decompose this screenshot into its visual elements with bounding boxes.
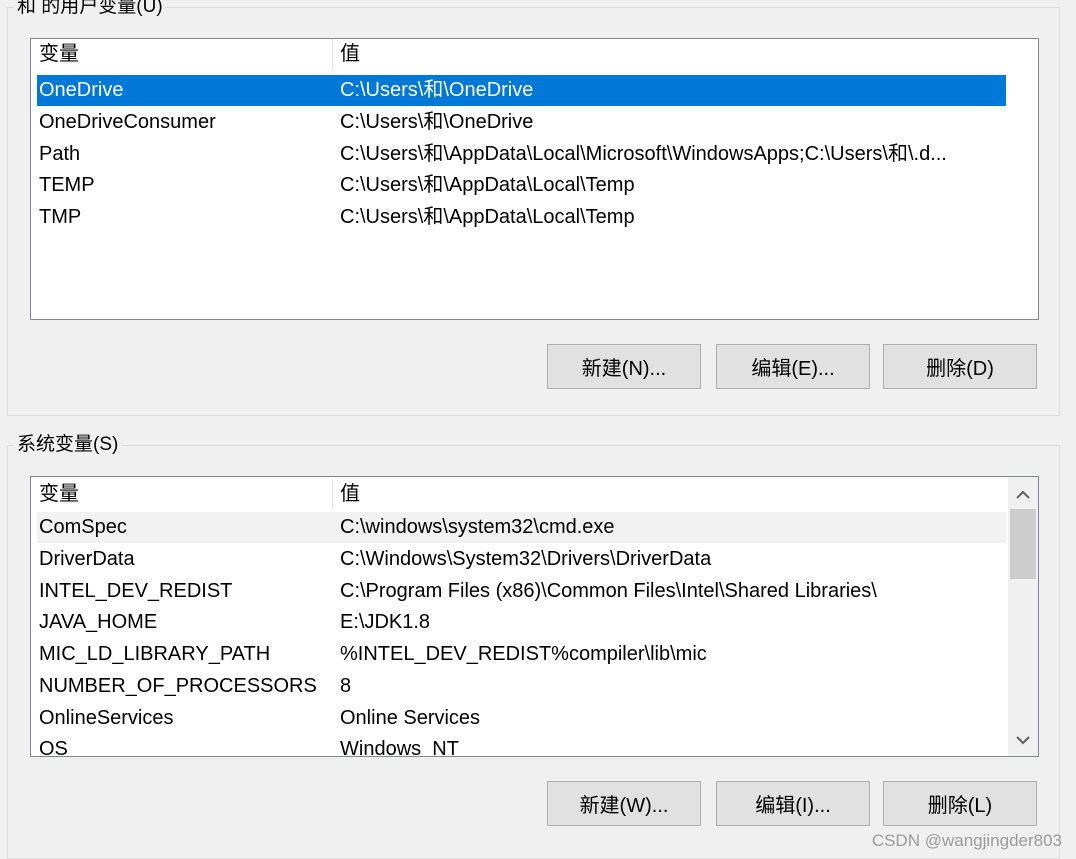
system-delete-button[interactable]: 删除(L): [883, 781, 1037, 826]
table-row[interactable]: INTEL_DEV_REDIST C:\Program Files (x86)\…: [31, 576, 1006, 607]
header-variable[interactable]: 变量: [39, 39, 79, 70]
column-divider[interactable]: [332, 479, 333, 510]
row-value: C:\Windows\System32\Drivers\DriverData: [340, 548, 712, 570]
system-vars-title: 系统变量(S): [14, 434, 122, 456]
row-value: 8: [340, 675, 352, 697]
scroll-down-arrow[interactable]: [1008, 725, 1038, 755]
row-variable: MIC_LD_LIBRARY_PATH: [39, 643, 271, 665]
table-row[interactable]: DriverData C:\Windows\System32\Drivers\D…: [31, 544, 1006, 575]
row-variable: TEMP: [39, 174, 95, 196]
system-vars-list[interactable]: 变量 值 ComSpec C:\windows\system32\cmd.exe…: [30, 476, 1039, 757]
system-edit-button[interactable]: 编辑(I)...: [716, 781, 870, 826]
row-value: %INTEL_DEV_REDIST%compiler\lib\mic: [340, 643, 707, 665]
row-variable: Path: [39, 143, 81, 165]
table-row[interactable]: TEMP C:\Users\和\AppData\Local\Temp: [31, 170, 1006, 201]
row-value: C:\Program Files (x86)\Common Files\Inte…: [340, 580, 877, 602]
row-value: E:\JDK1.8: [340, 611, 431, 633]
table-row[interactable]: JAVA_HOME E:\JDK1.8: [31, 607, 1006, 638]
user-vars-title: 和 的用户变量(U): [14, 0, 166, 18]
row-variable: ComSpec: [39, 516, 127, 538]
row-variable: OS: [39, 738, 68, 757]
list-header: 变量 值: [31, 39, 1006, 70]
row-value: C:\Users\和\AppData\Local\Temp: [340, 206, 635, 228]
row-value: Windows_NT: [340, 738, 459, 757]
row-variable: NUMBER_OF_PROCESSORS: [39, 675, 317, 697]
scroll-thumb[interactable]: [1010, 509, 1036, 579]
user-vars-list[interactable]: 变量 值 OneDrive C:\Users\和\OneDrive OneDri…: [30, 38, 1039, 320]
row-value: C:\Users\和\OneDrive: [340, 111, 534, 133]
table-row[interactable]: OneDriveConsumer C:\Users\和\OneDrive: [31, 107, 1006, 138]
row-variable: DriverData: [39, 548, 135, 570]
table-row[interactable]: TMP C:\Users\和\AppData\Local\Temp: [31, 202, 1006, 233]
header-value[interactable]: 值: [340, 39, 360, 70]
user-delete-button[interactable]: 删除(D): [883, 344, 1037, 389]
row-variable: OnlineServices: [39, 707, 174, 729]
row-variable: OneDriveConsumer: [39, 111, 216, 133]
row-value: C:\windows\system32\cmd.exe: [340, 516, 615, 538]
table-row-selected[interactable]: OneDrive C:\Users\和\OneDrive: [37, 75, 1006, 106]
row-value: C:\Users\和\AppData\Local\Microsoft\Windo…: [340, 143, 947, 165]
row-variable: OneDrive: [39, 79, 124, 101]
user-new-button[interactable]: 新建(N)...: [547, 344, 701, 389]
user-edit-button[interactable]: 编辑(E)...: [716, 344, 870, 389]
table-row[interactable]: OS Windows_NT: [31, 734, 1006, 757]
column-divider[interactable]: [332, 39, 333, 70]
row-variable: JAVA_HOME: [39, 611, 158, 633]
chevron-down-icon: [1016, 735, 1030, 744]
row-variable: TMP: [39, 206, 82, 228]
list-header: 变量 值: [31, 479, 1006, 510]
row-value: C:\Users\和\OneDrive: [340, 79, 534, 101]
row-value: C:\Users\和\AppData\Local\Temp: [340, 174, 635, 196]
row-variable: INTEL_DEV_REDIST: [39, 580, 233, 602]
table-row[interactable]: NUMBER_OF_PROCESSORS 8: [31, 671, 1006, 702]
row-value: Online Services: [340, 707, 481, 729]
header-value[interactable]: 值: [340, 479, 360, 510]
chevron-up-icon: [1016, 490, 1030, 499]
table-row[interactable]: OnlineServices Online Services: [31, 703, 1006, 734]
header-variable[interactable]: 变量: [39, 479, 79, 510]
watermark: CSDN @wangjingder803: [871, 831, 1062, 850]
scroll-up-arrow[interactable]: [1008, 479, 1038, 509]
system-new-button[interactable]: 新建(W)...: [547, 781, 701, 826]
table-row[interactable]: Path C:\Users\和\AppData\Local\Microsoft\…: [31, 139, 1006, 170]
table-row[interactable]: MIC_LD_LIBRARY_PATH %INTEL_DEV_REDIST%co…: [31, 639, 1006, 670]
table-row-hovered[interactable]: ComSpec C:\windows\system32\cmd.exe: [37, 512, 1006, 543]
